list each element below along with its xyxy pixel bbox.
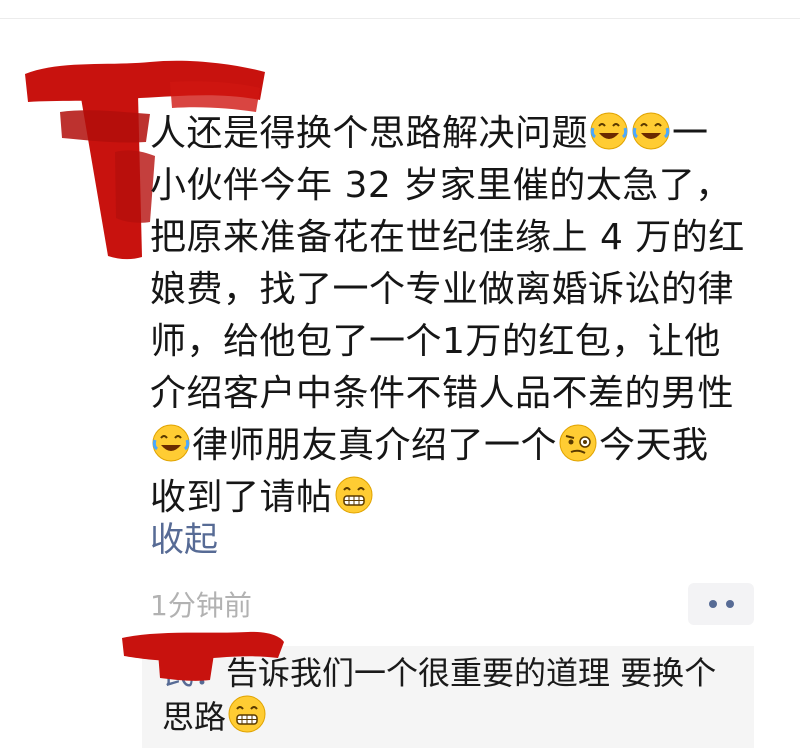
more-dots-icon	[725, 600, 734, 608]
post-line: 律师朋友真介绍了一个 今天我	[150, 420, 750, 472]
post-timestamp: 1分钟前	[150, 589, 252, 622]
collapse-link[interactable]: 收起	[150, 512, 218, 561]
skeptical-monocle-emoji-icon	[558, 423, 598, 463]
post-body: 人还是得换个思路解决问题一 小伙伴今年 32 岁家里催的太急了， 把原来准备花在…	[150, 108, 750, 524]
post-line: 娘费，找了一个专业做离婚诉讼的律	[150, 269, 735, 310]
post-line: 小伙伴今年 32 岁家里催的太急了，	[150, 165, 732, 206]
laughing-tears-emoji-icon	[151, 423, 191, 463]
post-line: 师，给他包了一个1万的红包，让他	[150, 321, 721, 362]
redacted-commenter-scribble	[118, 628, 288, 684]
laughing-tears-emoji-icon	[589, 111, 629, 151]
top-divider	[0, 18, 800, 19]
post-line: 介绍客户中条件不错人品不差的男性	[150, 373, 735, 414]
more-actions-button[interactable]	[688, 583, 754, 625]
more-dots-icon	[708, 600, 717, 608]
post-line: 收到了请帖	[150, 472, 750, 524]
laughing-tears-emoji-icon	[631, 111, 671, 151]
post-line: 把原来准备花在世纪佳缘上 4 万的红	[150, 217, 745, 258]
grinning-emoji-icon	[334, 475, 374, 515]
post-line: 人还是得换个思路解决问题一	[150, 111, 709, 154]
grinning-emoji-icon	[227, 694, 267, 734]
